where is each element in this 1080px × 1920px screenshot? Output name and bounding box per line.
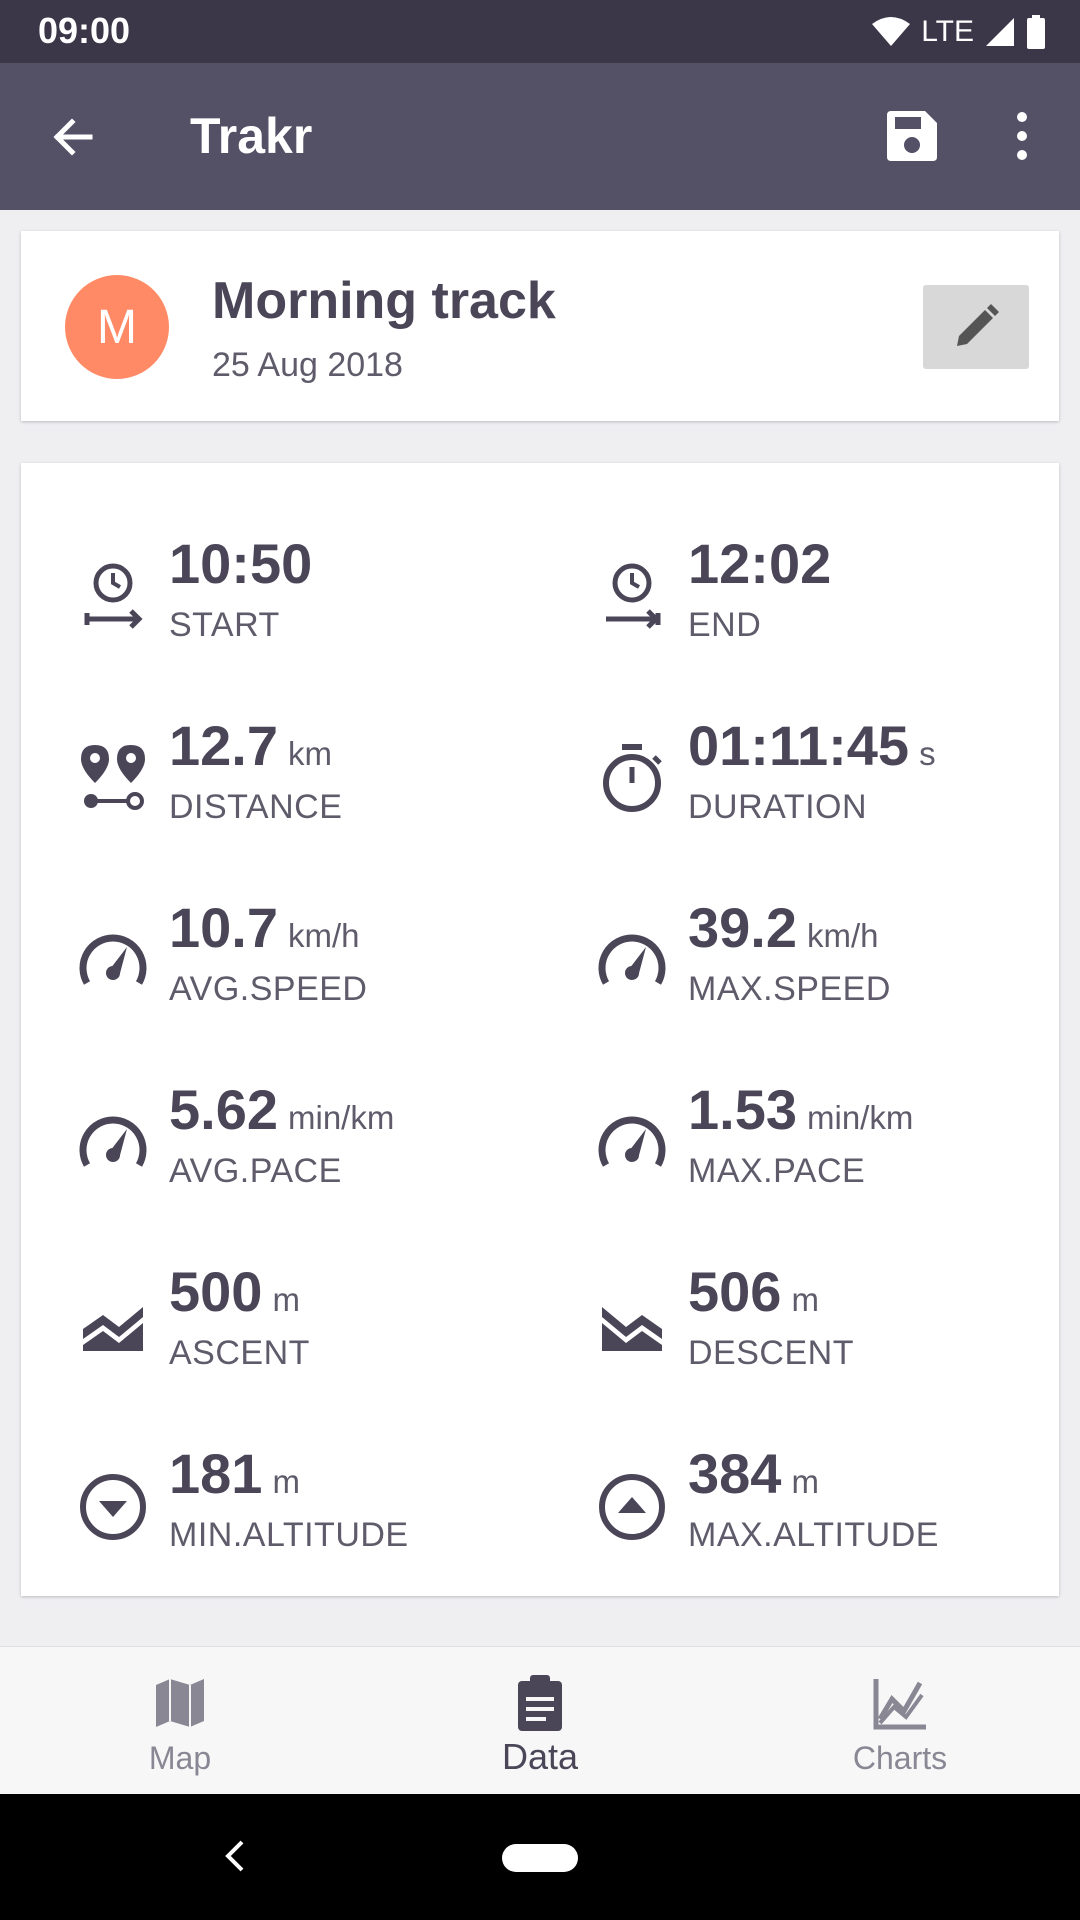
stat-value: 01:11:45 [688,714,910,777]
stat-unit: m [791,1281,819,1318]
nav-item-map[interactable]: Map [0,1647,360,1795]
map-marker-distance-icon [81,745,145,810]
track-name: Morning track [212,272,556,330]
speedometer-icon [598,1116,666,1167]
stat-label: START [169,606,280,644]
track-date: 25 Aug 2018 [212,346,403,384]
timer-icon [603,744,662,812]
stat-label: DISTANCE [169,788,343,826]
elevation-rise-icon [83,1307,143,1351]
nav-item-charts[interactable]: Charts [720,1647,1080,1795]
stat-descent: 506 m DESCENT [540,1259,1000,1389]
stat-end: 12:02 END [540,531,1000,661]
stat-value: 5.62 [169,1078,278,1141]
stat-value: 10.7 [169,896,278,959]
system-home-button[interactable] [502,1844,578,1872]
network-type: LTE [921,15,974,48]
pencil-icon [957,304,999,346]
stat-label: MIN.ALTITUDE [169,1516,409,1554]
stat-label: AVG.SPEED [169,970,368,1008]
stat-label: ASCENT [169,1334,310,1372]
stat-max-speed: 39.2 km/h MAX.SPEED [540,895,1000,1025]
status-time: 09:00 [38,10,131,51]
system-navigation-bar [0,1794,1080,1920]
stat-label: MAX.ALTITUDE [688,1516,939,1554]
nav-label: Charts [852,1740,948,1776]
save-icon[interactable] [883,107,941,165]
stat-value: 181 [169,1442,263,1505]
arrow-back-icon[interactable] [44,107,104,167]
stat-duration: 01:11:45 s DURATION [540,713,1000,843]
stat-unit: km/h [288,917,360,954]
stat-avg-speed: 10.7 km/h AVG.SPEED [21,895,481,1025]
map-icon [156,1679,204,1727]
avatar: M [65,275,169,379]
stat-label: MAX.SPEED [688,970,891,1008]
stat-label: DURATION [688,788,868,826]
app-bar: Trakr [0,63,1080,210]
more-vert-icon[interactable] [1000,107,1044,165]
status-icons: LTE [871,12,1046,52]
stat-start: 10:50 START [21,531,481,661]
stats-card: 10:50 START 12:02 END 12.7 km DISTANCE 0… [21,463,1059,1596]
stat-label: DESCENT [688,1334,854,1372]
stat-value: 1.53 [688,1078,797,1141]
clock-end-icon [606,563,661,629]
stat-value: 506 [688,1260,782,1323]
battery-icon [1027,15,1045,49]
stat-value: 384 [688,1442,782,1505]
stat-min-altitude: 181 m MIN.ALTITUDE [21,1441,481,1571]
nav-item-data[interactable]: Data [360,1647,720,1795]
stat-ascent: 500 m ASCENT [21,1259,481,1389]
stat-value: 500 [169,1260,263,1323]
stat-unit: min/km [807,1099,914,1136]
stat-unit: min/km [288,1099,395,1136]
stat-label: AVG.PACE [169,1152,342,1190]
stat-unit: s [919,735,936,772]
stat-max-pace: 1.53 min/km MAX.PACE [540,1077,1000,1207]
stat-value: 39.2 [688,896,797,959]
stat-distance: 12.7 km DISTANCE [21,713,481,843]
stat-unit: km [288,735,332,772]
edit-button[interactable] [923,285,1029,369]
stat-value: 12:02 [688,532,832,595]
signal-icon [986,18,1014,46]
stat-label: MAX.PACE [688,1152,866,1190]
chart-line-icon [873,1679,926,1730]
arrow-up-circle-icon [599,1474,665,1540]
stat-unit: m [272,1281,300,1318]
stat-unit: km/h [807,917,879,954]
stat-unit: m [272,1463,300,1500]
speedometer-icon [79,934,147,985]
speedometer-icon [598,934,666,985]
stat-value: 10:50 [169,532,313,595]
elevation-decline-icon [602,1307,662,1351]
stat-value: 12.7 [169,714,278,777]
track-header-card: M Morning track 25 Aug 2018 [21,231,1059,421]
nav-label: Map [148,1740,212,1776]
status-bar: 09:00 LTE [0,0,1080,63]
clipboard-text-icon [518,1675,562,1731]
system-back-icon[interactable] [220,1836,250,1876]
speedometer-icon [79,1116,147,1167]
nav-label: Data [501,1736,579,1777]
wifi-icon [872,17,911,46]
arrow-down-circle-icon [80,1474,146,1540]
stat-max-altitude: 384 m MAX.ALTITUDE [540,1441,1000,1571]
stat-unit: m [791,1463,819,1500]
stat-label: END [688,606,762,644]
clock-start-icon [84,563,143,629]
app-title: Trakr [190,108,313,164]
stat-avg-pace: 5.62 min/km AVG.PACE [21,1077,481,1207]
bottom-navigation: Map Data Charts [0,1646,1080,1795]
